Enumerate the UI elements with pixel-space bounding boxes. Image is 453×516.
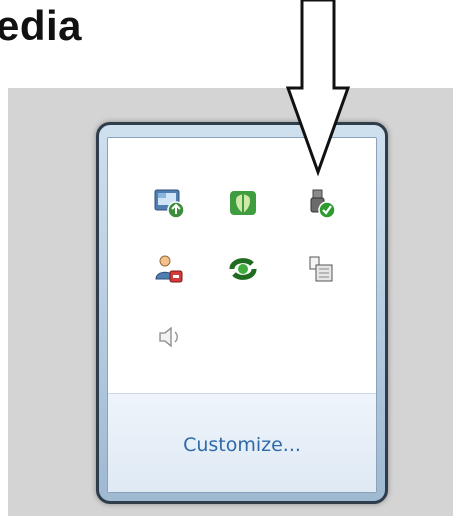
windows-update-icon[interactable] [150,184,188,222]
security-shield-icon[interactable] [224,184,262,222]
customize-link[interactable]: Customize... [108,434,376,456]
popup-content: Customize... [107,137,377,493]
volume-speaker-icon[interactable] [150,318,188,356]
network-adapter-icon[interactable] [302,250,340,288]
sync-icon[interactable] [224,250,262,288]
popup-footer: Customize... [108,394,376,492]
page-heading: edia [0,2,83,49]
usb-safely-remove-icon[interactable] [302,184,340,222]
user-account-alert-icon[interactable] [150,250,188,288]
pointer-arrow [285,0,351,177]
